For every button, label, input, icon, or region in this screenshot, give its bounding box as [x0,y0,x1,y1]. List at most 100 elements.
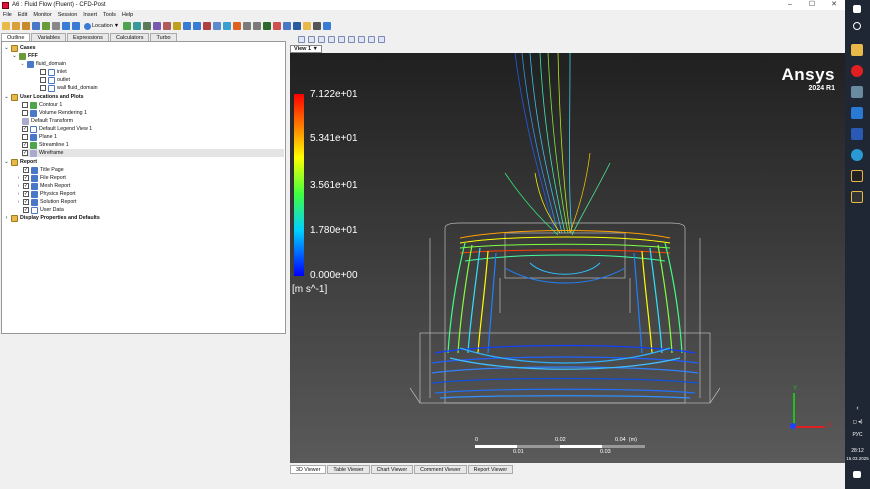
tree-mesh-report[interactable]: › ✓ Mesh Report [16,182,70,190]
zoom-fit-icon[interactable] [348,35,355,43]
table-icon[interactable] [253,22,262,30]
tree-volume-rendering[interactable]: Volume Rendering 1 [22,109,87,117]
telegram-icon[interactable] [851,149,863,161]
legend-icon[interactable] [183,22,192,30]
tab-table-viewer[interactable]: Table Viewer [327,465,370,474]
select-icon[interactable] [298,35,305,43]
expand-icon[interactable]: › [16,191,21,197]
input-language[interactable]: РУС [845,432,870,438]
new-icon[interactable] [2,22,10,30]
tree-contour[interactable]: Contour 1 [22,101,62,109]
menu-monitor[interactable]: Monitor [33,11,51,19]
redo-icon[interactable] [72,22,80,30]
timestep-icon[interactable] [313,22,322,30]
visibility-checkbox[interactable]: ✓ [23,175,29,181]
expand-icon[interactable]: › [16,199,21,205]
streamline-icon[interactable] [143,22,152,30]
volume-rendering-icon[interactable] [163,22,172,30]
visibility-checkbox[interactable]: ✓ [22,142,28,148]
tray-expand-icon[interactable]: ‹ [845,405,870,412]
tree-report[interactable]: ⌄ Report [4,158,37,166]
function-calculator-icon[interactable] [233,22,242,30]
menu-session[interactable]: Session [58,11,78,19]
visibility-checkbox[interactable]: ✓ [23,167,29,173]
visibility-checkbox[interactable]: ✓ [22,150,28,156]
expand-icon[interactable]: › [4,215,9,221]
report-icon[interactable] [293,22,302,30]
open-icon[interactable] [12,22,20,30]
tree-display-properties[interactable]: › Display Properties and Defaults [4,214,100,222]
maximize-button[interactable]: ☐ [801,0,823,10]
instance-transform-icon[interactable] [193,22,202,30]
collapse-icon[interactable]: ⌄ [4,159,9,165]
zoom-box-icon[interactable] [338,35,345,43]
tab-3d-viewer[interactable]: 3D Viewer [290,465,327,474]
snapshot-icon[interactable] [52,22,60,30]
location-dropdown[interactable]: Location ▼ [82,22,121,30]
ansys-workbench-icon[interactable] [851,107,863,119]
network-volume-icon[interactable]: ◻ ◂) [845,419,870,425]
tree-title-page[interactable]: ✓ Title Page [16,166,64,174]
tree-default-transform[interactable]: Default Transform [22,117,73,125]
visibility-checkbox[interactable]: ✓ [23,191,29,197]
visibility-checkbox[interactable] [22,110,28,116]
tab-calculators[interactable]: Calculators [109,33,150,41]
tree-outlet[interactable]: outlet [40,76,70,84]
visibility-checkbox[interactable] [22,134,28,140]
animation-icon[interactable] [323,22,332,30]
word-icon[interactable] [851,128,863,140]
tree-fluid-domain[interactable]: ⌄ fluid_domain [20,60,66,68]
tree-wall[interactable]: wall fluid_domain [40,84,98,92]
vector-icon[interactable] [123,22,132,30]
tab-turbo[interactable]: Turbo [150,33,177,41]
expand-icon[interactable]: › [16,175,21,181]
visibility-checkbox[interactable]: ✓ [22,126,28,132]
notification-icon[interactable] [853,471,861,478]
visibility-checkbox[interactable] [22,102,28,108]
collapse-icon[interactable]: ⌄ [20,61,25,67]
tree-fff[interactable]: ⌄ FFF [12,52,38,60]
tree-cases[interactable]: ⌄ Cases [4,44,36,52]
visibility-checkbox[interactable]: ✓ [23,207,29,213]
menu-file[interactable]: File [3,11,12,19]
clock-date[interactable]: 15.03.2025 [845,456,870,461]
menu-help[interactable]: Help [122,11,133,19]
app-icon[interactable] [851,86,863,98]
variable-icon[interactable] [223,22,232,30]
yandex-browser-icon[interactable] [851,65,863,77]
tree-wireframe[interactable]: ✓ Wireframe [22,149,284,157]
macro-icon[interactable] [303,22,312,30]
collapse-icon[interactable]: ⌄ [4,94,9,100]
probe-icon[interactable] [358,35,365,43]
visibility-checkbox[interactable] [40,77,46,83]
collapse-icon[interactable]: ⌄ [4,45,9,51]
tree-inlet[interactable]: inlet [40,68,67,76]
text-icon[interactable] [173,22,182,30]
tab-chart-viewer[interactable]: Chart Viewer [370,465,414,474]
menu-tools[interactable]: Tools [103,11,116,19]
tree-default-legend[interactable]: ✓ Default Legend View 1 [22,125,92,133]
tree-physics-report[interactable]: › ✓ Physics Report [16,190,76,198]
tree-solution-report[interactable]: › ✓ Solution Report [16,198,77,206]
windows-start-icon[interactable] [853,5,861,13]
figure-icon[interactable] [283,22,292,30]
file-explorer-icon[interactable] [851,44,863,56]
clock-time[interactable]: 28:12 [845,448,870,454]
visibility-checkbox[interactable] [40,85,46,91]
pan-icon[interactable] [318,35,325,43]
tree-file-report[interactable]: › ✓ File Report [16,174,66,182]
3d-viewport[interactable]: 7.122e+01 5.341e+01 3.561e+01 1.780e+01 … [290,53,845,463]
expression-icon[interactable] [243,22,252,30]
synchronize-icon[interactable] [378,35,385,43]
clip-plane-icon[interactable] [203,22,212,30]
zoom-icon[interactable] [328,35,335,43]
cfd-post-taskbar-icon[interactable] [851,170,863,182]
expand-icon[interactable]: › [16,183,21,189]
contour-icon[interactable] [133,22,142,30]
visibility-checkbox[interactable] [40,69,46,75]
tab-variables[interactable]: Variables [31,33,66,41]
visibility-checkbox[interactable]: ✓ [23,199,29,205]
visibility-checkbox[interactable]: ✓ [23,183,29,189]
view-selector[interactable]: View 1 ▼ [290,45,322,53]
menu-edit[interactable]: Edit [18,11,27,19]
